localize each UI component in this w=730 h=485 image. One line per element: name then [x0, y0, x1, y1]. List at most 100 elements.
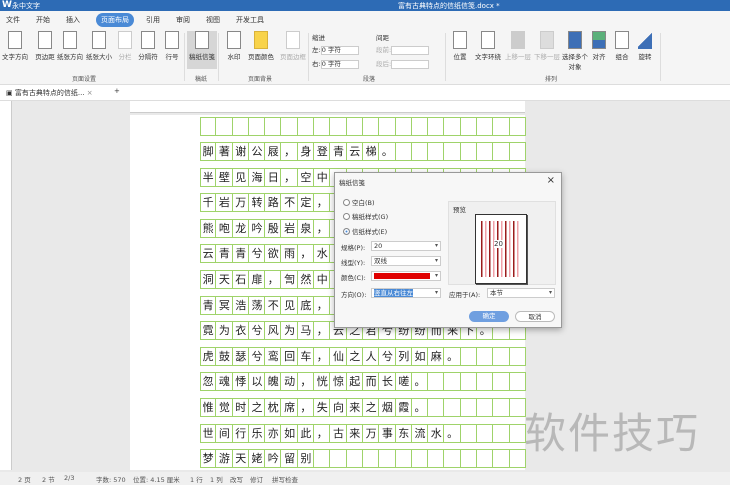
grid-cell — [200, 118, 217, 135]
text-wrap-icon — [481, 31, 495, 49]
spacing-after-input[interactable] — [391, 59, 430, 69]
option-letter-style[interactable]: 信纸样式(E) — [343, 226, 387, 236]
grid-row: 世间行乐亦如此，古来万事东流水。 — [200, 423, 526, 443]
line-type-label: 线型(Y): — [341, 259, 366, 267]
text-wrap-button[interactable]: 文字环绕 — [472, 31, 504, 61]
send-backward-icon — [540, 31, 554, 49]
group-label-paragraph: 段落 — [363, 76, 376, 83]
radio-icon — [343, 198, 350, 206]
position-button[interactable]: 位置 — [445, 31, 475, 61]
grid-cell — [477, 450, 494, 468]
grid-cell — [412, 143, 429, 160]
preview-area: 预览 20 — [448, 201, 556, 285]
send-backward-button[interactable]: 下移一层 — [532, 31, 562, 61]
menu-home[interactable]: 开始 — [36, 15, 50, 25]
status-position: 位置: 4.15 厘米 — [133, 476, 180, 484]
cancel-button[interactable]: 取消 — [515, 311, 555, 322]
indent-right-input[interactable]: 0 字符 — [320, 59, 359, 69]
grid-cell — [461, 450, 478, 468]
horizontal-ruler[interactable] — [130, 101, 525, 113]
spec-select[interactable]: 20 — [371, 241, 441, 251]
group-icon — [615, 31, 629, 49]
menu-review[interactable]: 审阅 — [176, 15, 190, 25]
grid-cell — [412, 118, 429, 135]
grid-cell — [477, 118, 494, 135]
grid-cell — [444, 399, 461, 416]
line-numbers-button[interactable]: 行号 — [157, 31, 187, 61]
option-blank[interactable]: 空白(B) — [343, 197, 375, 207]
vertical-ruler[interactable] — [0, 101, 12, 470]
select-objects-button[interactable]: 选择多个对象 — [561, 31, 589, 71]
grid-cell — [444, 373, 461, 391]
grid-cell — [298, 118, 315, 135]
breaks-icon — [141, 31, 155, 49]
preview-label: 预览 — [453, 206, 466, 214]
grid-cell — [428, 143, 445, 160]
spacing-after-label: 段后: — [376, 60, 392, 68]
option-manuscript-style[interactable]: 稿纸样式(G) — [343, 211, 388, 221]
grid-cell — [379, 118, 396, 135]
radio-icon — [343, 212, 350, 220]
color-select[interactable] — [371, 271, 441, 281]
text-direction-button[interactable]: 文字方向 — [0, 31, 30, 61]
grid-cell — [428, 118, 445, 135]
poem-line: 洞天石扉，訇然中 — [202, 273, 333, 286]
radio-selected-icon — [343, 227, 350, 235]
bring-forward-icon — [511, 31, 525, 49]
grid-row — [200, 117, 526, 136]
tab-close-icon[interactable]: × — [87, 89, 93, 97]
poem-line: 惟觉时之枕席，失向来之烟霞。 — [202, 401, 431, 414]
status-spell-check[interactable]: 拼写检查 — [272, 474, 298, 484]
new-tab-button[interactable]: + — [114, 87, 120, 95]
status-overwrite[interactable]: 改写 — [230, 474, 243, 484]
manuscript-button[interactable]: 稿纸信笺 — [187, 31, 217, 69]
direction-value: 竖直从右往左 — [374, 289, 413, 297]
grid-cell — [493, 450, 510, 468]
orientation-button[interactable]: 纸张方向 — [55, 31, 85, 61]
grid-cell — [477, 347, 494, 365]
align-icon — [592, 31, 606, 49]
status-row: 1 行 — [190, 476, 203, 484]
line-type-select[interactable]: 双线 — [371, 256, 441, 266]
grid-row: 忽魂悸以魄动，恍惊起而长嗟。 — [200, 372, 526, 392]
select-objects-icon — [568, 31, 582, 49]
menu-insert[interactable]: 插入 — [66, 15, 80, 25]
spec-label: 规格(P): — [341, 244, 366, 252]
menu-file[interactable]: 文件 — [6, 15, 20, 25]
menu-view[interactable]: 视图 — [206, 15, 220, 25]
apply-to-select[interactable]: 本节 — [487, 288, 555, 298]
grid-cell — [347, 118, 363, 135]
menu-references[interactable]: 引用 — [146, 15, 160, 25]
document-tab-label: 富有古典特点的信纸... — [14, 89, 85, 97]
spacing-before-input[interactable] — [391, 45, 430, 55]
align-button[interactable]: 对齐 — [588, 31, 610, 61]
menu-developer[interactable]: 开发工具 — [236, 15, 264, 25]
grid-cell — [314, 118, 331, 135]
columns-icon — [118, 31, 132, 49]
direction-label: 方向(O): — [341, 291, 367, 299]
preview-page: 20 — [475, 214, 527, 284]
group-button[interactable]: 组合 — [611, 31, 633, 61]
page-border-button[interactable]: 页面边框 — [276, 31, 310, 61]
direction-select[interactable]: 竖直从右往左 — [371, 288, 441, 298]
menu-page-layout[interactable]: 页面布局 — [96, 13, 134, 27]
spacing-before: 段前: — [376, 44, 430, 55]
dialog-title: 稿纸信笺 — [339, 179, 365, 187]
page-color-button[interactable]: 页面颜色 — [244, 31, 278, 61]
grid-cell — [444, 118, 461, 135]
grid-cell — [412, 450, 429, 468]
rotate-button[interactable]: 旋转 — [634, 31, 656, 61]
status-revise[interactable]: 修订 — [250, 474, 263, 484]
indent-left-input[interactable]: 0 字符 — [320, 45, 359, 55]
line-numbers-icon — [165, 31, 179, 49]
apply-to-label: 应用于(A): — [449, 291, 481, 299]
grid-cell — [347, 450, 363, 468]
document-tab[interactable]: ▣ 富有古典特点的信纸... × — [6, 88, 93, 98]
grid-cell — [461, 143, 478, 160]
bring-forward-button[interactable]: 上移一层 — [503, 31, 533, 61]
poem-line: 云青青兮欲雨，水 — [202, 247, 333, 261]
grid-cell — [477, 424, 494, 442]
ok-button[interactable]: 确定 — [469, 311, 509, 322]
dialog-close-icon[interactable]: × — [547, 175, 555, 186]
document-tab-bar: ▣ 富有古典特点的信纸... × + — [0, 85, 730, 101]
